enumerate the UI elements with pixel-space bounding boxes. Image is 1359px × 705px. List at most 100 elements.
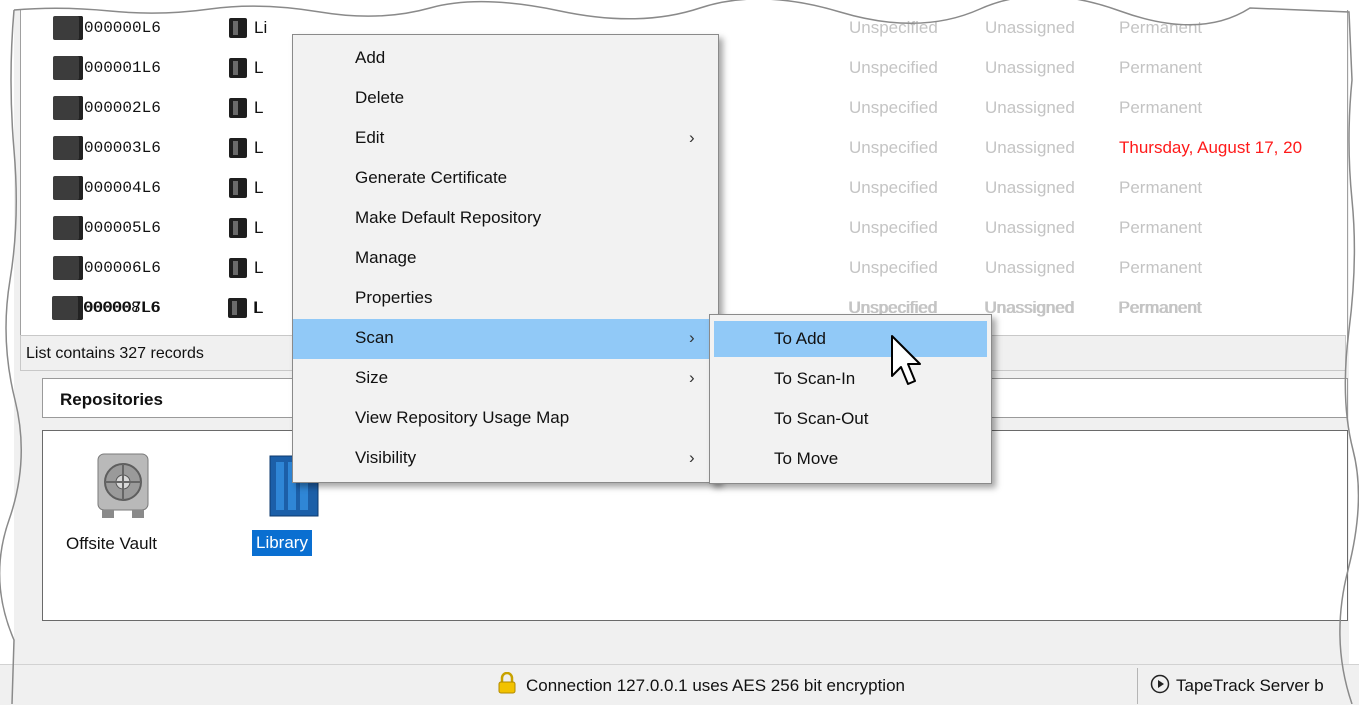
- media-cell: Unspecified: [849, 18, 938, 37]
- list-record-count: List contains 327 records: [26, 345, 204, 362]
- volume-id: 000008L6: [83, 299, 160, 317]
- owner-cell: Unassigned: [985, 178, 1075, 197]
- menu-item-edit[interactable]: Edit ›: [293, 119, 718, 159]
- volume-id: 000003L6: [84, 139, 161, 157]
- repository-label-selected[interactable]: Library: [252, 530, 312, 556]
- owner-cell: Unassigned: [985, 218, 1075, 237]
- tape-volume-icon: [53, 176, 83, 200]
- tape-volume-icon: [53, 96, 83, 120]
- owner-cell: Unassigned: [985, 258, 1075, 277]
- owner-cell: Unassigned: [985, 58, 1075, 77]
- expiry-cell: Permanent: [1119, 18, 1203, 37]
- menu-item-label: To Move: [774, 449, 839, 468]
- menu-item-label: View Repository Usage Map: [355, 408, 570, 427]
- tape-volume-icon: [53, 256, 83, 280]
- repository-label[interactable]: Offsite Vault: [66, 534, 157, 554]
- menu-item-size[interactable]: Size ›: [293, 359, 718, 399]
- owner-cell: Unassigned: [985, 18, 1075, 37]
- menu-item-scan[interactable]: Scan ›: [293, 319, 718, 359]
- chevron-right-icon: ›: [689, 448, 695, 467]
- menu-item-label: Edit: [355, 128, 385, 147]
- submenu-item-to-add[interactable]: To Add: [714, 321, 987, 357]
- tape-volume-icon: [53, 216, 83, 240]
- tape-volume-icon: [53, 16, 83, 40]
- volume-id: 000002L6: [84, 99, 161, 117]
- menu-item-label: Make Default Repository: [355, 208, 542, 227]
- library-small-icon: [229, 218, 247, 238]
- submenu-item-to-scan-out[interactable]: To Scan-Out: [714, 401, 987, 437]
- menu-item-view-repository-usage-map[interactable]: View Repository Usage Map: [293, 399, 718, 439]
- expiry-cell: Permanent: [1119, 218, 1203, 237]
- menu-item-label: Manage: [355, 248, 417, 267]
- menu-item-label: Generate Certificate: [355, 168, 508, 187]
- volume-id: 000005L6: [84, 219, 161, 237]
- library-small-icon: [229, 98, 247, 118]
- server-status: TapeTrack Server b: [1176, 676, 1324, 695]
- status-separator: [1137, 668, 1138, 704]
- repository-cell: L: [254, 58, 264, 77]
- volume-id: 000004L6: [84, 179, 161, 197]
- media-cell: Unspecified: [849, 258, 938, 277]
- menu-item-label: Size: [355, 368, 389, 387]
- repository-cell: L: [254, 178, 264, 197]
- repository-cell: L: [254, 258, 264, 277]
- repository-cell: L: [254, 98, 264, 117]
- media-cell: Unspecified: [849, 98, 938, 117]
- menu-item-visibility[interactable]: Visibility ›: [293, 439, 718, 479]
- menu-item-label: Delete: [355, 88, 405, 107]
- submenu-item-to-move[interactable]: To Move: [714, 441, 987, 477]
- scan-submenu: To Add To Scan-In To Scan-Out To Move: [709, 314, 992, 484]
- owner-cell: Unassigned: [984, 298, 1074, 317]
- connection-status: Connection 127.0.0.1 uses AES 256 bit en…: [526, 676, 905, 695]
- chevron-right-icon: ›: [689, 328, 695, 347]
- expiry-cell: Thursday, August 17, 20: [1119, 138, 1303, 157]
- repository-cell: L: [253, 298, 263, 317]
- expiry-cell: Permanent: [1119, 178, 1203, 197]
- library-small-icon: [229, 138, 247, 158]
- chevron-right-icon: ›: [689, 128, 695, 147]
- expiry-cell: Permanent: [1119, 58, 1203, 77]
- menu-item-label: Add: [355, 48, 386, 67]
- menu-item-label: Scan: [355, 328, 394, 347]
- menu-item-label: To Add: [774, 329, 826, 348]
- tape-volume-icon: [53, 136, 83, 160]
- library-small-icon: [229, 258, 247, 278]
- mouse-pointer-icon: [891, 335, 921, 385]
- repository-cell: L: [254, 218, 264, 237]
- menu-item-delete[interactable]: Delete: [293, 79, 718, 119]
- tape-volume-icon: [53, 56, 83, 80]
- chevron-right-icon: ›: [689, 368, 695, 387]
- repositories-title: Repositories: [60, 390, 163, 409]
- context-menu: Add Delete Edit › Generate Certificate M…: [292, 34, 719, 483]
- repository-cell: Li: [254, 18, 268, 37]
- menu-item-make-default-repository[interactable]: Make Default Repository: [293, 199, 718, 239]
- media-cell: Unspecified: [849, 138, 938, 157]
- menu-item-label: To Scan-Out: [774, 409, 869, 428]
- repository-cell: L: [254, 138, 264, 157]
- media-cell: Unspecified: [849, 218, 938, 237]
- volume-id: 000001L6: [84, 59, 161, 77]
- menu-item-add[interactable]: Add: [293, 39, 718, 79]
- menu-item-properties[interactable]: Properties: [293, 279, 718, 319]
- expiry-cell: Permanent: [1118, 298, 1202, 317]
- expiry-cell: Permanent: [1119, 258, 1203, 277]
- menu-item-label: Properties: [355, 288, 433, 307]
- play-circle-icon: [1150, 674, 1170, 694]
- tape-volume-icon: [52, 296, 82, 320]
- menu-item-label: Visibility: [355, 448, 417, 467]
- lock-icon: [498, 672, 516, 694]
- menu-item-generate-certificate[interactable]: Generate Certificate: [293, 159, 718, 199]
- library-small-icon: [228, 298, 246, 318]
- library-small-icon: [229, 178, 247, 198]
- volume-id: 000006L6: [84, 259, 161, 277]
- submenu-item-to-scan-in[interactable]: To Scan-In: [714, 361, 987, 397]
- volume-id: 000000L6: [84, 19, 161, 37]
- vault-icon[interactable]: [92, 448, 154, 520]
- media-cell: Unspecified: [849, 58, 938, 77]
- library-small-icon: [229, 18, 247, 38]
- media-cell: Unspecified: [849, 178, 938, 197]
- menu-item-label: To Scan-In: [774, 369, 856, 388]
- menu-item-manage[interactable]: Manage: [293, 239, 718, 279]
- owner-cell: Unassigned: [985, 98, 1075, 117]
- expiry-cell: Permanent: [1119, 98, 1203, 117]
